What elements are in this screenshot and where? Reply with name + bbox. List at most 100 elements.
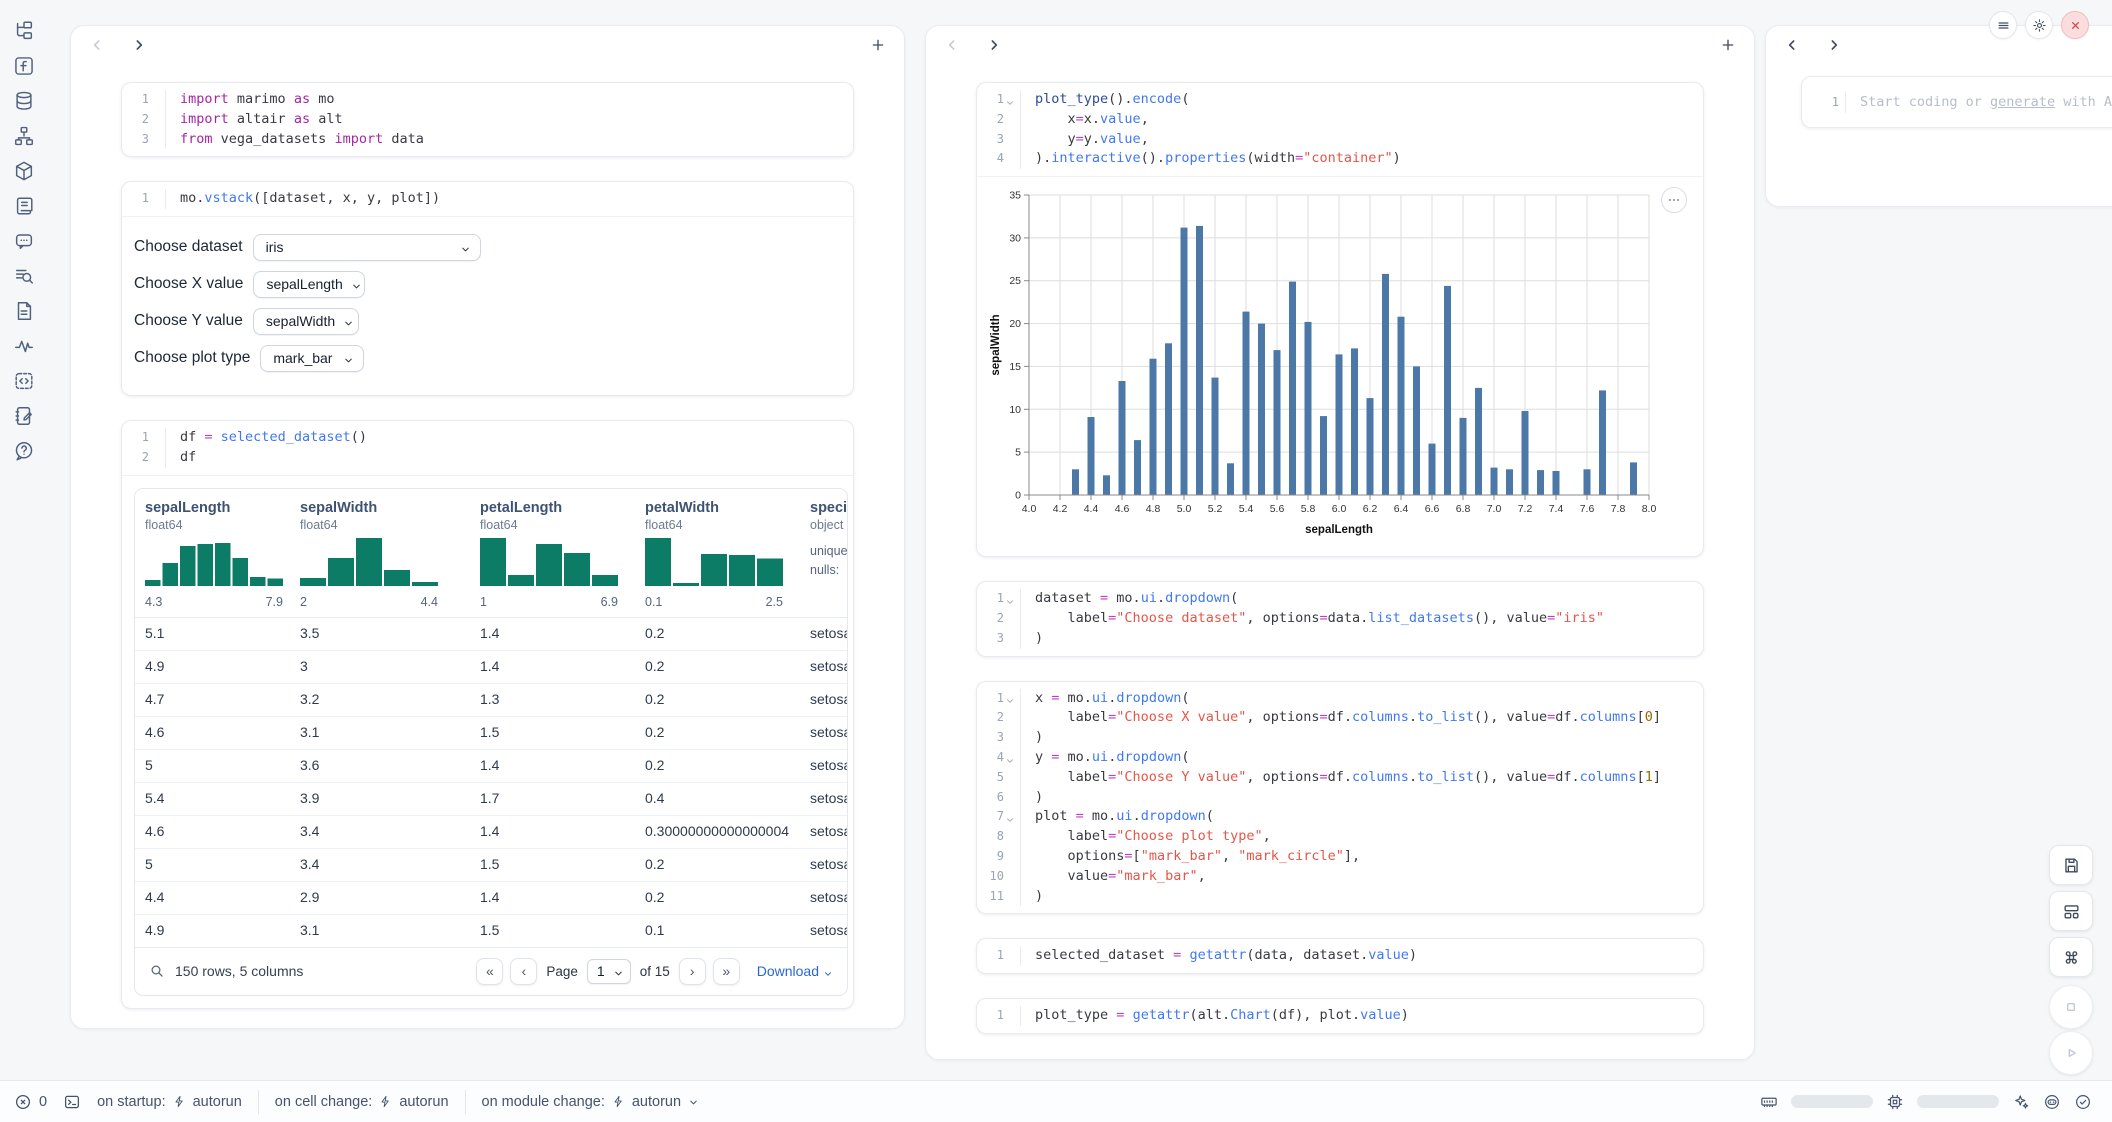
svg-text:35: 35 xyxy=(1009,190,1021,202)
add-cell-icon[interactable] xyxy=(1720,37,1736,53)
run-mode-on-startup[interactable]: on startup:autorun xyxy=(97,1094,242,1110)
fold-toggle-icon[interactable] xyxy=(1005,693,1015,703)
svg-text:25: 25 xyxy=(1009,275,1021,287)
code-line: 1plot_type = getattr(alt.Chart(df), plot… xyxy=(977,1006,1703,1026)
copilot-icon[interactable] xyxy=(2043,1093,2061,1111)
previous-page-button[interactable]: ‹ xyxy=(510,958,537,985)
save-button[interactable] xyxy=(2049,845,2093,885)
chevron-right-icon[interactable] xyxy=(986,37,1002,53)
chevron-left-icon[interactable] xyxy=(89,37,105,53)
code-line: 3from vega_datasets import data xyxy=(122,130,853,150)
function-icon[interactable] xyxy=(13,55,35,77)
column-header[interactable]: sepalLengthfloat644.37.9 xyxy=(135,489,290,617)
file-tree-icon[interactable] xyxy=(13,20,35,42)
menu-button[interactable] xyxy=(1989,11,2017,39)
table-row[interactable]: 53.61.40.2setosa xyxy=(135,750,848,783)
dependency-graph-icon[interactable] xyxy=(13,125,35,147)
right-panel: 1 Start coding or generate with AI xyxy=(1765,25,2112,207)
chevron-left-icon[interactable] xyxy=(944,37,960,53)
run-button[interactable] xyxy=(2049,1031,2093,1075)
code-block-icon[interactable] xyxy=(13,370,35,392)
table-viewport[interactable]: sepalLengthfloat644.37.9sepalWidthfloat6… xyxy=(135,489,848,947)
ai-sparkles-icon[interactable] xyxy=(2012,1093,2030,1111)
table-row[interactable]: 53.41.50.2setosa xyxy=(135,849,848,882)
line-number: 1 xyxy=(977,689,1021,709)
fold-toggle-icon[interactable] xyxy=(1005,753,1015,763)
snippets-icon[interactable] xyxy=(13,300,35,322)
next-page-button[interactable]: › xyxy=(679,958,706,985)
last-page-button[interactable]: » xyxy=(713,958,740,985)
chevron-right-icon[interactable] xyxy=(1826,37,1842,53)
choose-x-value-select[interactable]: sepalLength xyxy=(253,271,365,298)
close-button[interactable] xyxy=(2061,11,2089,39)
svg-text:4.0: 4.0 xyxy=(1022,503,1037,515)
table-row[interactable]: 4.63.11.50.2setosa xyxy=(135,717,848,750)
package-icon[interactable] xyxy=(13,160,35,182)
keyboard-shortcuts-button[interactable] xyxy=(2049,937,2093,977)
chevron-right-icon[interactable] xyxy=(131,37,147,53)
new-cell-editor[interactable]: 1 Start coding or generate with AI xyxy=(1801,76,2112,128)
svg-text:10: 10 xyxy=(1009,404,1021,416)
table-row[interactable]: 5.13.51.40.2setosa xyxy=(135,618,848,651)
code-editor[interactable]: 1selected_dataset = getattr(data, datase… xyxy=(977,939,1703,973)
chat-icon[interactable] xyxy=(13,230,35,252)
logs-icon[interactable] xyxy=(13,195,35,217)
code-line: 1mo.vstack([dataset, x, y, plot]) xyxy=(122,189,853,209)
line-number: 1 xyxy=(122,428,166,448)
choose-dataset-select[interactable]: iris xyxy=(253,234,481,261)
page-select[interactable]: 1 xyxy=(587,959,631,984)
code-editor[interactable]: 1x = mo.ui.dropdown(2 label="Choose X va… xyxy=(977,682,1703,914)
code-editor[interactable]: 1df = selected_dataset()2df xyxy=(122,421,853,475)
layout-toggle-button[interactable] xyxy=(2049,891,2093,931)
column-header[interactable]: sepalWidthfloat6424.4 xyxy=(290,489,470,617)
code-editor[interactable]: 1mo.vstack([dataset, x, y, plot]) xyxy=(122,182,853,216)
table-row[interactable]: 4.63.41.40.30000000000000004setosa xyxy=(135,816,848,849)
stop-button[interactable] xyxy=(2049,985,2093,1029)
code-editor[interactable]: 1plot_type = getattr(alt.Chart(df), plot… xyxy=(977,999,1703,1033)
table-row[interactable]: 5.43.91.70.4setosa xyxy=(135,783,848,816)
chevron-left-icon[interactable] xyxy=(1784,37,1800,53)
column-histogram xyxy=(145,532,283,588)
dropdown-label: Choose X value xyxy=(134,275,243,293)
cpu-usage-bar[interactable] xyxy=(1917,1095,1999,1108)
table-row[interactable]: 4.931.40.2setosa xyxy=(135,651,848,684)
scratchpad-icon[interactable] xyxy=(13,405,35,427)
fold-toggle-icon[interactable] xyxy=(1005,95,1015,105)
terminal-icon[interactable] xyxy=(63,1093,81,1111)
bar-chart[interactable]: 4.04.24.44.64.85.05.25.45.65.86.06.26.46… xyxy=(987,185,1693,546)
choose-y-value-select[interactable]: sepalWidth xyxy=(253,308,359,335)
table-row[interactable]: 4.42.91.40.2setosa xyxy=(135,882,848,915)
column-header[interactable]: petalLengthfloat6416.9 xyxy=(470,489,635,617)
table-row[interactable]: 4.93.11.50.1setosa xyxy=(135,915,848,947)
activity-icon[interactable] xyxy=(13,335,35,357)
svg-text:5.8: 5.8 xyxy=(1301,503,1316,515)
add-cell-icon[interactable] xyxy=(870,37,886,53)
search-icon[interactable] xyxy=(149,963,165,979)
run-mode-on-module-change[interactable]: on module change:autorun xyxy=(482,1094,700,1110)
code-editor[interactable]: 1import marimo as mo2import altair as al… xyxy=(122,83,853,156)
code-editor[interactable]: 1plot_type().encode(2 x=x.value,3 y=y.va… xyxy=(977,83,1703,176)
run-mode-on-cell-change[interactable]: on cell change:autorun xyxy=(275,1094,449,1110)
chart-menu-button[interactable] xyxy=(1661,187,1687,213)
download-button[interactable]: Download xyxy=(757,963,833,979)
column-header[interactable]: speciesobjectunique:nulls: xyxy=(800,489,848,617)
memory-icon xyxy=(1760,1093,1778,1111)
column-histogram xyxy=(480,532,618,588)
table-row[interactable]: 4.73.21.30.2setosa xyxy=(135,684,848,717)
generate-link[interactable]: generate xyxy=(1990,94,2055,110)
database-icon[interactable] xyxy=(13,90,35,112)
dropdown-label: Choose Y value xyxy=(134,312,243,330)
error-count[interactable]: 0 xyxy=(14,1093,47,1111)
search-list-icon[interactable] xyxy=(13,265,35,287)
settings-gear-button[interactable] xyxy=(2025,11,2053,39)
column-header[interactable]: petalWidthfloat640.12.5 xyxy=(635,489,800,617)
fold-toggle-icon[interactable] xyxy=(1005,594,1015,604)
first-page-button[interactable]: « xyxy=(476,958,503,985)
choose-plot-type-select[interactable]: mark_bar xyxy=(260,345,364,372)
fold-toggle-icon[interactable] xyxy=(1005,812,1015,822)
memory-usage-bar[interactable] xyxy=(1791,1095,1873,1108)
connection-status-icon[interactable] xyxy=(2074,1093,2092,1111)
code-line: 1dataset = mo.ui.dropdown( xyxy=(977,589,1703,609)
help-icon[interactable] xyxy=(13,440,35,462)
code-editor[interactable]: 1dataset = mo.ui.dropdown(2 label="Choos… xyxy=(977,582,1703,655)
